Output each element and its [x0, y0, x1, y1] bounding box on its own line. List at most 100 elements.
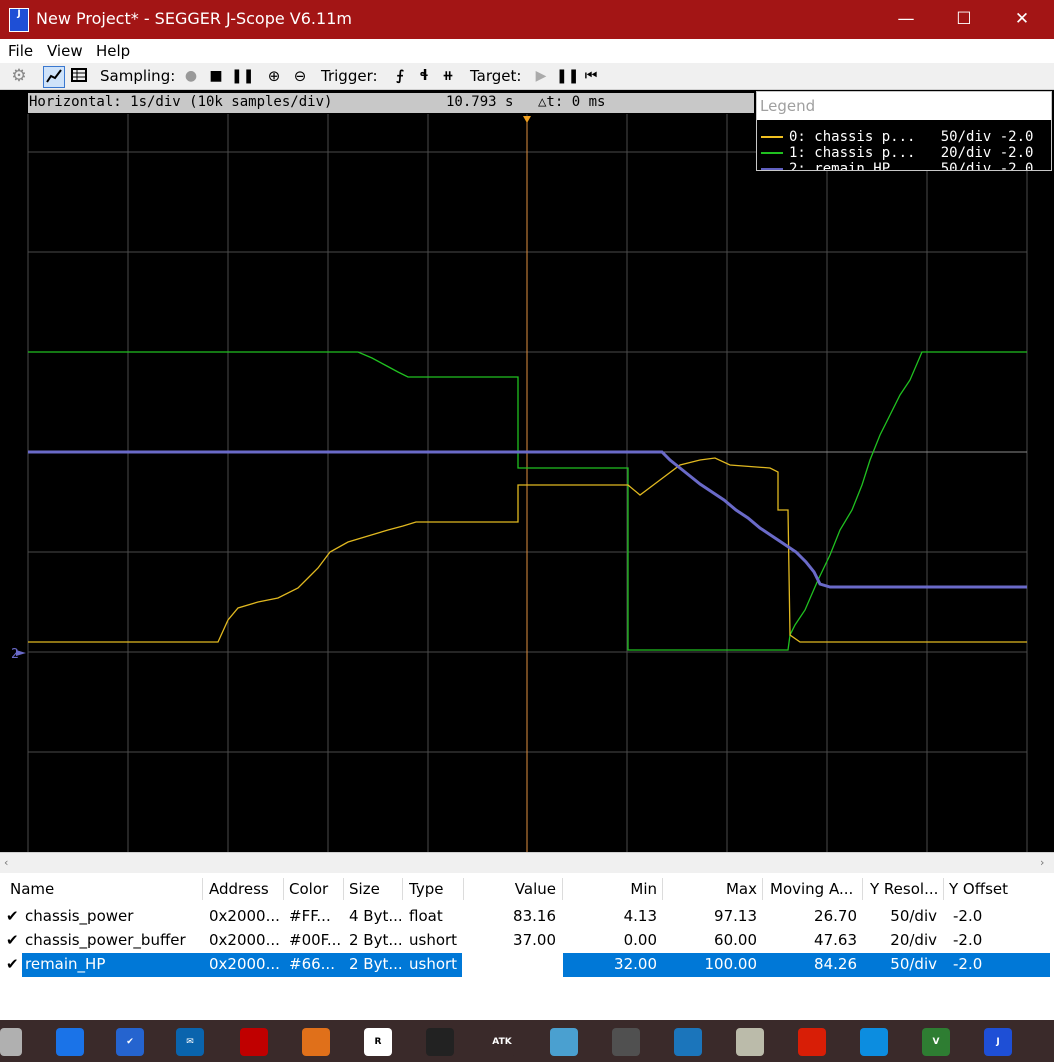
legend-item: 1: chassis p... 20/div -2.0 [761, 145, 1033, 161]
cell-y-offset: -2.0 [953, 907, 983, 925]
zoom-out-icon[interactable]: ⊖ [290, 66, 310, 86]
maximize-button[interactable]: ☐ [944, 4, 984, 34]
title-bar: J New Project* - SEGGER J-Scope V6.11m —… [0, 0, 1054, 39]
cell-type: float [409, 907, 443, 925]
cell-moving-average: 26.70 [814, 907, 857, 925]
cell-min: 0.00 [623, 931, 657, 949]
trigger-rising-edge-icon[interactable]: ⨍ [390, 66, 410, 86]
scroll-left-icon[interactable]: ‹ [4, 856, 8, 869]
column-header-y-offset[interactable]: Y Offset [949, 878, 1049, 900]
taskbar-feishu-icon[interactable] [56, 1028, 84, 1056]
cell-type: ushort [409, 955, 458, 973]
legend-swatch [761, 168, 783, 170]
taskbar-rtool-icon[interactable]: R [364, 1028, 392, 1056]
column-header-max[interactable]: Max [665, 878, 757, 900]
taskbar-jscope-icon[interactable]: J [984, 1028, 1012, 1056]
jscope-app-icon: J [9, 8, 29, 32]
zoom-in-icon[interactable]: ⊕ [264, 66, 284, 86]
horizontal-scale-text: Horizontal: 1s/div (10k samples/div) [29, 94, 333, 110]
table-header-row: Name Address Color Size Type Value Min M… [0, 878, 1054, 902]
trigger-both-edges-icon[interactable]: ⧺ [438, 66, 458, 86]
taskbar-atk-xcom-icon[interactable]: ATK [488, 1028, 516, 1056]
cell-moving-average: 47.63 [814, 931, 857, 949]
minimize-button[interactable]: — [886, 4, 926, 34]
menu-file[interactable]: File [8, 42, 33, 60]
cell-min: 32.00 [614, 955, 657, 973]
taskbar-vbox-icon[interactable] [674, 1028, 702, 1056]
cell-address: 0x2000... [209, 907, 280, 925]
cell-y-resolution: 20/div [890, 931, 937, 949]
cell-color: #FF... [289, 907, 331, 925]
cell-y-resolution: 50/div [890, 907, 937, 925]
settings-gear-icon[interactable]: ⚙ [9, 66, 29, 86]
taskbar-todo-icon[interactable]: ✔ [116, 1028, 144, 1056]
target-pause-icon[interactable]: ❚❚ [556, 66, 579, 86]
target-label: Target: [470, 67, 522, 85]
column-header-name[interactable]: Name [10, 878, 200, 900]
stop-icon[interactable]: ■ [206, 66, 226, 86]
close-button[interactable]: ✕ [1002, 4, 1042, 34]
taskbar-v5-icon[interactable]: V [922, 1028, 950, 1056]
legend-item: 2: remain_HP 50/div -2.0 [761, 161, 1033, 170]
checkmark-icon[interactable]: ✔ [6, 905, 22, 927]
cell-color: #66... [289, 955, 335, 973]
table-row[interactable]: ✔ chassis_power_buffer 0x2000... #00F...… [0, 929, 1054, 953]
menu-help[interactable]: Help [96, 42, 130, 60]
table-row-selected[interactable]: ✔ remain_HP 0x2000... #66... 2 Byt... us… [0, 953, 1054, 977]
taskbar-pdf-icon[interactable] [240, 1028, 268, 1056]
taskbar-edge-icon[interactable] [860, 1028, 888, 1056]
legend-panel[interactable]: Legend 0: chassis p... 50/div -2.0 1: ch… [756, 91, 1052, 171]
scroll-right-icon[interactable]: › [1040, 856, 1044, 869]
checkmark-icon[interactable]: ✔ [6, 929, 22, 951]
cell-name: remain_HP [25, 955, 106, 973]
menu-bar: File View Help [0, 39, 1054, 63]
column-header-y-resolution[interactable]: Y Resol... [870, 878, 942, 900]
cursor-time-text: 10.793 s [446, 94, 514, 110]
sampling-label: Sampling: [100, 67, 176, 85]
taskbar-mail-icon[interactable]: ✉ [176, 1028, 204, 1056]
taskbar-start-icon[interactable] [0, 1028, 22, 1056]
target-run-icon[interactable]: ▶ [531, 66, 551, 86]
channel-2-zero-label: 2 [11, 647, 19, 662]
line-chart-icon[interactable] [43, 66, 65, 88]
cell-color: #00F... [289, 931, 341, 949]
cell-address: 0x2000... [209, 955, 280, 973]
taskbar-netease-icon[interactable] [798, 1028, 826, 1056]
scope-traces: 2 [11, 114, 1028, 852]
taskbar-panda-icon[interactable] [426, 1028, 454, 1056]
column-header-moving-average[interactable]: Moving A... [770, 878, 860, 900]
legend-swatch [761, 152, 783, 154]
scope-plot-area[interactable]: 2 Horizontal: 1s/div (10k samples/div) 1… [0, 90, 1054, 852]
cell-name: chassis_power_buffer [25, 931, 186, 949]
column-header-address[interactable]: Address [209, 878, 284, 900]
column-header-type[interactable]: Type [409, 878, 464, 900]
checkmark-icon[interactable]: ✔ [6, 953, 22, 975]
cell-max: 97.13 [714, 907, 757, 925]
trigger-cursor-marker [523, 116, 531, 123]
target-reset-icon[interactable]: ⏮ [581, 66, 601, 86]
cell-size: 2 Byt... [349, 931, 401, 949]
pause-icon[interactable]: ❚❚ [231, 66, 254, 86]
trigger-falling-edge-icon[interactable]: ɬ [414, 66, 434, 86]
column-header-size[interactable]: Size [349, 878, 401, 900]
toolbar: ⚙ Sampling: ● ■ ❚❚ ⊕ ⊖ Trigger: ⨍ ɬ ⧺ Ta… [0, 63, 1054, 90]
taskbar-avatar-icon[interactable] [736, 1028, 764, 1056]
cell-size: 2 Byt... [349, 955, 401, 973]
cell-y-offset: -2.0 [953, 931, 983, 949]
taskbar-calculator-icon[interactable] [612, 1028, 640, 1056]
menu-view[interactable]: View [47, 42, 83, 60]
cell-max: 100.00 [704, 955, 758, 973]
horizontal-info-bar: Horizontal: 1s/div (10k samples/div) 10.… [28, 93, 754, 113]
column-header-value[interactable]: Value [470, 878, 556, 900]
taskbar-search-icon[interactable] [302, 1028, 330, 1056]
column-header-color[interactable]: Color [289, 878, 344, 900]
taskbar-notes-icon[interactable] [550, 1028, 578, 1056]
table-row[interactable]: ✔ chassis_power 0x2000... #FF... 4 Byt..… [0, 905, 1054, 929]
table-view-icon[interactable] [69, 66, 89, 86]
record-icon[interactable]: ● [181, 66, 201, 86]
cell-min: 4.13 [623, 907, 657, 925]
cell-value: 37.00 [513, 931, 556, 949]
column-header-min[interactable]: Min [565, 878, 657, 900]
cell-address: 0x2000... [209, 931, 280, 949]
horizontal-scrollbar[interactable]: ‹ › [0, 852, 1054, 873]
